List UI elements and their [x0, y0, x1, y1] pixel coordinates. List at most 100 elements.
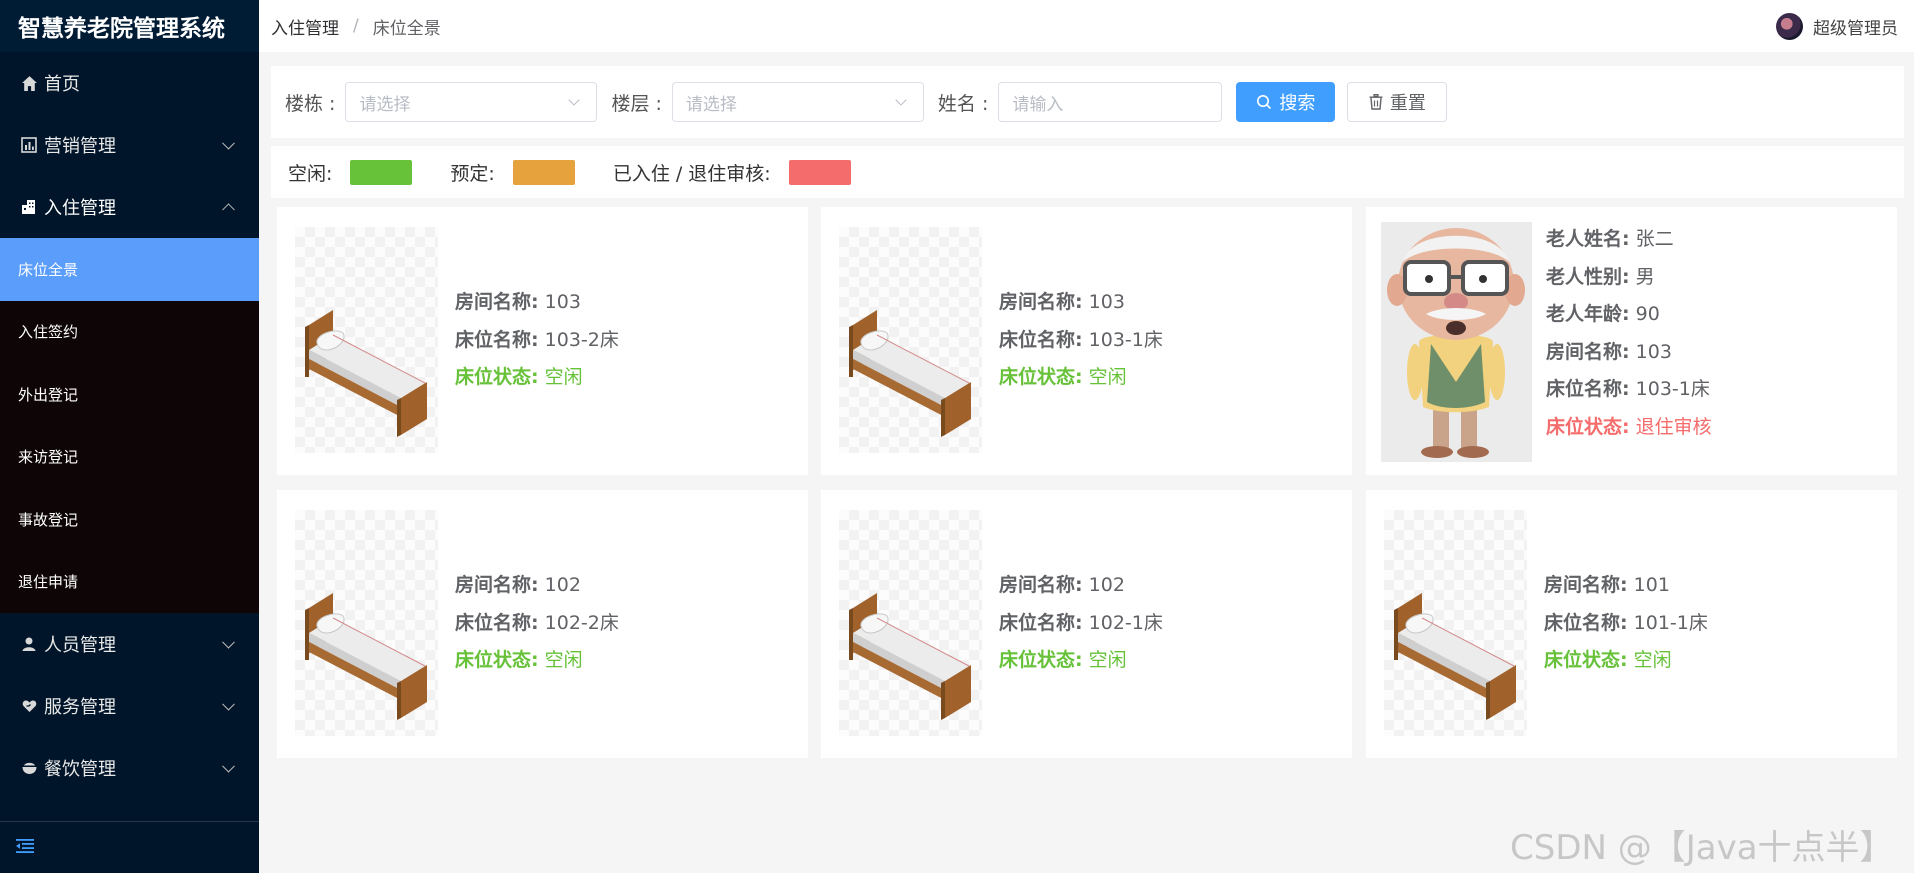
submenu-item-checkout-request[interactable]: 退住申请: [0, 551, 259, 614]
bed-status-label: 床位状态:: [999, 366, 1083, 388]
elder-age-value: 90: [1635, 303, 1660, 325]
floor-select[interactable]: 请选择: [671, 82, 924, 122]
bed-info: 房间名称: 103 床位名称: 103-2床 床位状态: 空闲: [455, 284, 619, 397]
app-title: 智慧养老院管理系统: [0, 0, 259, 52]
search-icon: [1256, 94, 1272, 110]
bed-name-label: 床位名称:: [1544, 611, 1628, 634]
room-name-value: 103: [544, 291, 581, 313]
legend-occupied-label: 已入住 / 退住审核:: [612, 162, 771, 185]
bed-status-label: 床位状态:: [1544, 649, 1628, 671]
room-name-label: 房间名称:: [999, 574, 1083, 596]
bed-card[interactable]: 房间名称: 103 床位名称: 103-1床 床位状态: 空闲: [821, 207, 1352, 475]
floor-select-placeholder: 请选择: [685, 94, 737, 115]
legend-free-swatch: [350, 159, 413, 185]
bed-name-label: 床位名称:: [999, 328, 1083, 351]
submenu-item-bed-overview[interactable]: 床位全景: [0, 238, 259, 301]
watermark: CSDN @【Java十点半】: [1510, 828, 1894, 868]
bed-name-label: 床位名称:: [1546, 378, 1630, 400]
bed-status-label: 床位状态:: [455, 649, 539, 671]
menu-item-label: 餐饮管理: [44, 759, 116, 780]
submenu-item-visitor-register[interactable]: 来访登记: [0, 426, 259, 489]
bed-name-label: 床位名称:: [999, 611, 1083, 634]
bed-status-label: 床位状态:: [455, 366, 539, 388]
elder-gender-value: 男: [1635, 265, 1655, 288]
bed-name-value: 101-1床: [1633, 611, 1708, 634]
menu-item-catering[interactable]: 餐饮管理: [0, 737, 259, 799]
bed-name-value: 102-1床: [1088, 611, 1163, 634]
bed-card[interactable]: 房间名称: 102 床位名称: 102-1床 床位状态: 空闲: [821, 490, 1352, 758]
search-button[interactable]: 搜索: [1236, 82, 1336, 122]
legend-reserved-swatch: [512, 159, 575, 185]
bed-status-value: 空闲: [1088, 366, 1127, 388]
bed-name-value: 103-2床: [544, 328, 619, 351]
room-name-label: 房间名称:: [455, 291, 539, 313]
heart-hand-icon: [20, 697, 38, 715]
bed-info: 房间名称: 102 床位名称: 102-1床 床位状态: 空闲: [999, 567, 1163, 680]
building-icon: [20, 198, 38, 216]
chevron-down-icon: [222, 697, 235, 711]
legend-reserved-label: 预定:: [450, 162, 495, 185]
building-select[interactable]: 请选择: [345, 82, 598, 122]
status-legend: 空闲: 预定: 已入住 / 退住审核:: [271, 146, 1904, 198]
trash-icon: [1369, 94, 1383, 110]
bed-name-value: 103-1床: [1635, 378, 1710, 400]
bowl-icon: [20, 759, 38, 777]
bed-image: [295, 227, 438, 453]
menu-item-label: 营销管理: [44, 136, 116, 157]
bed-card[interactable]: 房间名称: 103 床位名称: 103-2床 床位状态: 空闲: [277, 207, 808, 475]
bed-status-label: 床位状态:: [999, 649, 1083, 671]
search-bar: 楼栋 : 请选择 楼层 : 请选择 姓名 : 请输入 搜索 重置: [271, 66, 1904, 138]
chart-icon: [20, 136, 38, 154]
avatar[interactable]: [1776, 12, 1803, 40]
room-name-label: 房间名称:: [1544, 574, 1628, 596]
user-icon: [20, 635, 38, 653]
elder-gender-label: 老人性别:: [1546, 265, 1630, 288]
name-input[interactable]: 请输入: [998, 82, 1223, 122]
breadcrumb-parent[interactable]: 入住管理: [271, 14, 339, 39]
chevron-down-icon: [895, 94, 907, 106]
sidebar-collapse-toggle[interactable]: [0, 821, 259, 873]
chevron-down-icon: [222, 759, 235, 773]
menu-item-label: 服务管理: [44, 697, 116, 718]
menu-item-checkin[interactable]: 入住管理: [0, 176, 259, 238]
menu-item-label: 首页: [44, 74, 80, 95]
room-name-value: 101: [1633, 574, 1670, 596]
chevron-down-icon: [222, 136, 235, 150]
reset-button[interactable]: 重置: [1347, 82, 1448, 122]
room-name-label: 房间名称:: [999, 291, 1083, 313]
bed-image: [839, 227, 982, 453]
submenu-item-outing-register[interactable]: 外出登记: [0, 363, 259, 426]
menu-item-home[interactable]: 首页: [0, 52, 259, 114]
reset-button-label: 重置: [1389, 93, 1426, 114]
menu-item-marketing[interactable]: 营销管理: [0, 114, 259, 176]
bed-status-label: 床位状态:: [1546, 415, 1630, 438]
room-name-label: 房间名称:: [455, 574, 539, 596]
search-button-label: 搜索: [1279, 93, 1316, 114]
bed-status-value: 空闲: [544, 366, 583, 388]
building-label: 楼栋 :: [285, 92, 336, 115]
menu-item-staff[interactable]: 人员管理: [0, 613, 259, 675]
legend-occupied-swatch: [788, 159, 851, 185]
checkin-submenu: 床位全景 入住签约 外出登记 来访登记 事故登记 退住申请: [0, 238, 259, 613]
bed-status-value: 空闲: [1088, 649, 1127, 671]
elder-age-label: 老人年龄:: [1546, 303, 1630, 325]
bed-name-label: 床位名称:: [455, 611, 539, 634]
bed-name-value: 102-2床: [544, 611, 619, 634]
bed-status-value: 退住审核: [1635, 415, 1712, 438]
menu-item-service[interactable]: 服务管理: [0, 675, 259, 737]
bed-card[interactable]: 房间名称: 102 床位名称: 102-2床 床位状态: 空闲: [277, 490, 808, 758]
bed-image: [295, 510, 438, 736]
legend-free-label: 空闲:: [288, 162, 333, 185]
bed-name-value: 103-1床: [1088, 328, 1163, 351]
bed-card[interactable]: 房间名称: 101 床位名称: 101-1床 床位状态: 空闲: [1366, 490, 1897, 758]
bed-status-value: 空闲: [544, 649, 583, 671]
user-menu[interactable]: 超级管理员: [1776, 0, 1898, 52]
submenu-item-accident-register[interactable]: 事故登记: [0, 488, 259, 551]
submenu-item-checkin-contract[interactable]: 入住签约: [0, 301, 259, 364]
bed-card-occupied[interactable]: 老人姓名: 张二 老人性别: 男 老人年龄: 90 房间名称: 103 床位名称…: [1366, 207, 1897, 475]
bed-info: 房间名称: 103 床位名称: 103-1床 床位状态: 空闲: [999, 284, 1163, 397]
top-header: 入住管理 / 床位全景 超级管理员: [259, 0, 1914, 52]
elder-name-label: 老人姓名:: [1546, 228, 1630, 250]
room-name-value: 103: [1635, 340, 1672, 363]
building-select-placeholder: 请选择: [359, 94, 411, 115]
